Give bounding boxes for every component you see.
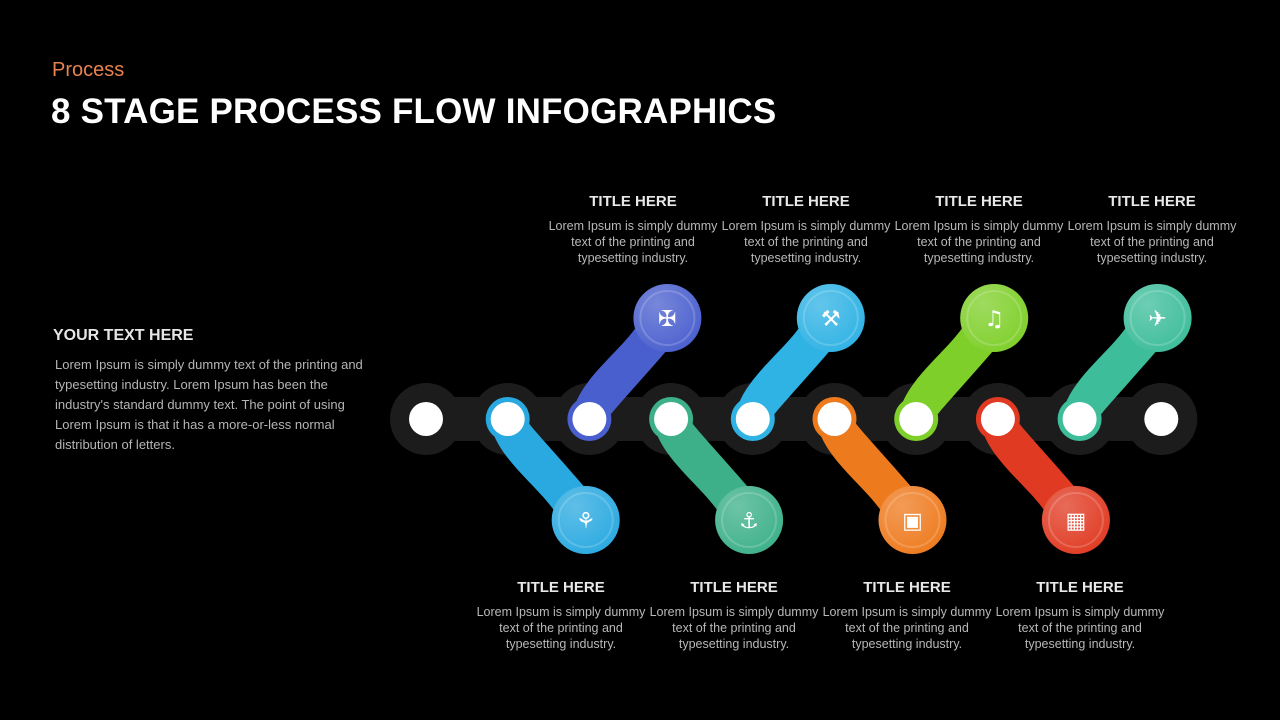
stage-7-body: Lorem Ipsum is simply dummy text of the … bbox=[995, 605, 1165, 651]
stage-4-label: TITLE HERE Lorem Ipsum is simply dummy t… bbox=[721, 193, 891, 266]
plant-in-hand-icon: ⚘ bbox=[576, 509, 596, 534]
stage-2-label: TITLE HERE Lorem Ipsum is simply dummy t… bbox=[548, 193, 718, 266]
stage-4-title: TITLE HERE bbox=[762, 193, 850, 210]
stage-3-label: TITLE HERE Lorem Ipsum is simply dummy t… bbox=[649, 579, 819, 652]
chain-node-2 bbox=[490, 402, 525, 436]
stage-2-body: Lorem Ipsum is simply dummy text of the … bbox=[548, 219, 718, 265]
monitor-chart-icon: ▦ bbox=[1066, 509, 1087, 534]
stage-4-body: Lorem Ipsum is simply dummy text of the … bbox=[721, 219, 891, 265]
stage-5-body: Lorem Ipsum is simply dummy text of the … bbox=[822, 605, 992, 651]
chain-node-1 bbox=[409, 402, 443, 436]
chain-node-8 bbox=[980, 402, 1015, 436]
stage-8-title: TITLE HERE bbox=[1108, 193, 1196, 210]
stage-6-title: TITLE HERE bbox=[935, 193, 1023, 210]
stage-3-title: TITLE HERE bbox=[690, 579, 778, 596]
stage-3-body: Lorem Ipsum is simply dummy text of the … bbox=[649, 605, 819, 651]
chain-node-4 bbox=[654, 402, 689, 436]
stage-8-body: Lorem Ipsum is simply dummy text of the … bbox=[1067, 219, 1237, 265]
megaphone-icon: ♫ bbox=[984, 307, 1004, 332]
stage-5-label: TITLE HERE Lorem Ipsum is simply dummy t… bbox=[822, 579, 992, 652]
chain-node-7 bbox=[899, 402, 934, 436]
stage-5-title: TITLE HERE bbox=[863, 579, 951, 596]
stage-1-body: Lorem Ipsum is simply dummy text of the … bbox=[476, 605, 646, 651]
weightlifter-icon: ⚓ bbox=[739, 509, 759, 534]
satellite-icon: ✠ bbox=[658, 307, 676, 332]
chain-node-6 bbox=[817, 402, 852, 436]
stage-7-label: TITLE HERE Lorem Ipsum is simply dummy t… bbox=[995, 579, 1165, 652]
rocket-icon: ✈ bbox=[1148, 307, 1166, 332]
chain-node-5 bbox=[735, 402, 770, 436]
stage-6-label: TITLE HERE Lorem Ipsum is simply dummy t… bbox=[894, 193, 1064, 266]
stage-8-label: TITLE HERE Lorem Ipsum is simply dummy t… bbox=[1067, 193, 1237, 266]
stage-1-title: TITLE HERE bbox=[517, 579, 605, 596]
stage-7-title: TITLE HERE bbox=[1036, 579, 1124, 596]
chain-node-3 bbox=[572, 402, 607, 436]
chain-node-10 bbox=[1144, 402, 1179, 436]
chain-node-9 bbox=[1062, 402, 1097, 436]
stage-2-title: TITLE HERE bbox=[589, 193, 677, 210]
stage-1-label: TITLE HERE Lorem Ipsum is simply dummy t… bbox=[476, 579, 646, 652]
presentation-icon: ▣ bbox=[902, 509, 923, 534]
stage-6-body: Lorem Ipsum is simply dummy text of the … bbox=[894, 219, 1064, 265]
person-at-desk-icon: ⚒ bbox=[821, 307, 841, 332]
